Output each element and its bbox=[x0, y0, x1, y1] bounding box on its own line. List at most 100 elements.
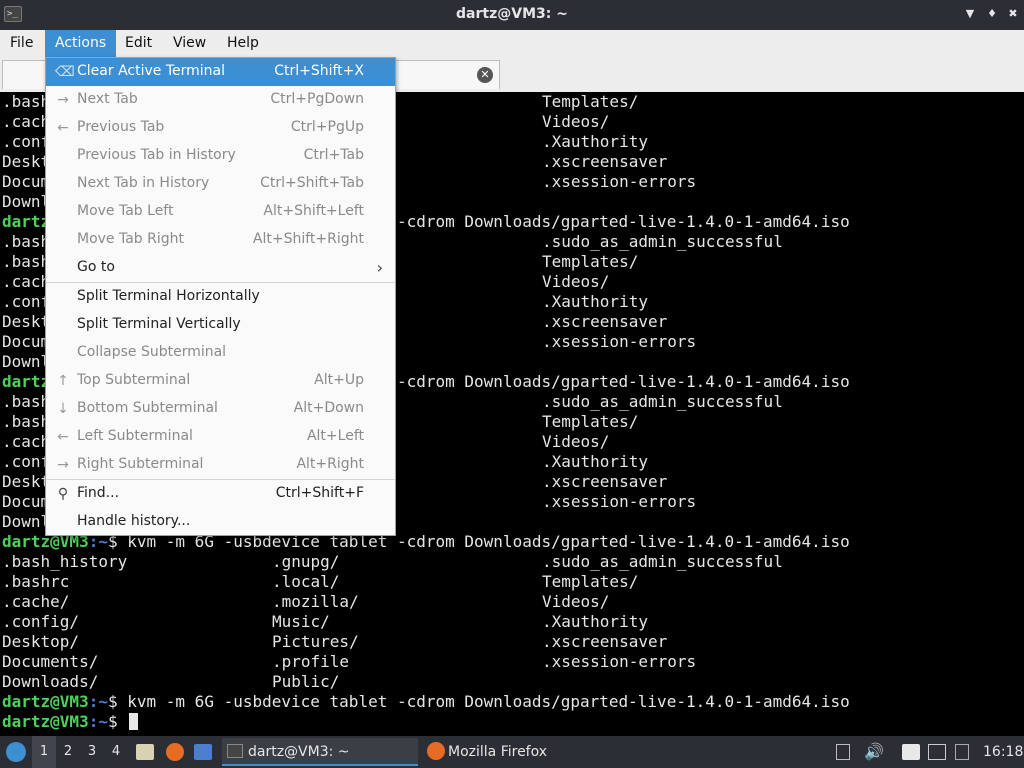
menu-item-label: Clear Active Terminal bbox=[77, 63, 225, 79]
menu-item-next-tab[interactable]: → Next Tab Ctrl+PgDown bbox=[46, 86, 395, 114]
menu-item-collapse-subterminal[interactable]: Collapse Subterminal bbox=[46, 339, 395, 367]
ls-entry: Templates/ bbox=[542, 92, 639, 111]
desktop-icon[interactable] bbox=[194, 744, 212, 760]
ls-entry: Desktop/ bbox=[2, 632, 80, 651]
menu-item-previous-tab-in-history[interactable]: Previous Tab in History Ctrl+Tab bbox=[46, 142, 395, 170]
close-icon[interactable]: ✖ bbox=[1005, 6, 1021, 22]
file-manager-icon[interactable] bbox=[136, 744, 154, 760]
menu-view[interactable]: View bbox=[163, 30, 216, 57]
menu-item-move-tab-left[interactable]: Move Tab Left Alt+Shift+Left bbox=[46, 198, 395, 226]
ls-entry: .sudo_as_admin_successful bbox=[542, 552, 783, 571]
firefox-icon bbox=[427, 742, 445, 760]
prompt-symbol: $ bbox=[107, 692, 118, 711]
ls-entry: Music/ bbox=[272, 612, 330, 631]
menu-item-next-tab-in-history[interactable]: Next Tab in History Ctrl+Shift+Tab bbox=[46, 170, 395, 198]
workspace-1[interactable]: 1 bbox=[32, 736, 56, 768]
ls-entry: .xscreensaver bbox=[542, 632, 668, 651]
menu-item-top-subterminal[interactable]: ↑ Top Subterminal Alt+Up bbox=[46, 367, 395, 395]
text-cursor bbox=[129, 713, 139, 730]
menu-item-left-subterminal[interactable]: ← Left Subterminal Alt+Left bbox=[46, 423, 395, 451]
update-icon[interactable] bbox=[955, 744, 969, 760]
menu-item-label: Left Subterminal bbox=[77, 428, 193, 444]
terminal-ls-row: .bash_history .gnupg/ .sudo_as_admin_succe… bbox=[2, 552, 1022, 572]
search-icon: ⚲ bbox=[57, 486, 69, 502]
menu-item-shortcut: Alt+Up bbox=[314, 372, 364, 388]
start-menu-icon[interactable] bbox=[6, 742, 26, 762]
workspace-3[interactable]: 3 bbox=[80, 736, 104, 768]
menu-item-split-terminal-horizontally[interactable]: Split Terminal Horizontally bbox=[46, 283, 395, 311]
menu-item-go-to[interactable]: Go to › bbox=[46, 254, 395, 282]
clipboard-icon[interactable] bbox=[902, 744, 920, 760]
terminal-ls-row: .bashrc .local/Templates/ bbox=[2, 572, 1022, 592]
arrow-down-icon: ↓ bbox=[57, 401, 69, 417]
task-terminal[interactable]: dartz@VM3: ~ bbox=[222, 738, 418, 766]
menu-item-clear-active-terminal[interactable]: ⌫ Clear Active Terminal Ctrl+Shift+X bbox=[46, 58, 395, 86]
menu-item-label: Split Terminal Horizontally bbox=[77, 288, 260, 304]
workspace-4[interactable]: 4 bbox=[104, 736, 128, 768]
terminal-ls-row: Desktop/Pictures/ .xscreensaver bbox=[2, 632, 1022, 652]
ls-entry: Pictures/ bbox=[272, 632, 359, 651]
menu-item-label: Move Tab Right bbox=[77, 231, 185, 247]
menu-item-shortcut: Ctrl+Tab bbox=[303, 147, 364, 163]
menu-file[interactable]: File bbox=[0, 30, 43, 57]
menu-item-label: Previous Tab in History bbox=[77, 147, 236, 163]
menu-item-label: Previous Tab bbox=[77, 119, 165, 135]
workspace-2[interactable]: 2 bbox=[56, 736, 80, 768]
ls-entry: Templates/ bbox=[542, 572, 639, 591]
ls-entry: Public/ bbox=[272, 672, 340, 691]
menu-item-handle-history[interactable]: Handle history... bbox=[46, 508, 395, 536]
ls-entry: .mozilla/ bbox=[272, 592, 359, 611]
maximize-icon[interactable]: ♦ bbox=[984, 6, 1000, 22]
ls-entry: .Xauthority bbox=[542, 612, 648, 631]
menu-item-label: Bottom Subterminal bbox=[77, 400, 218, 416]
ls-entry: Templates/ bbox=[542, 412, 639, 431]
menu-item-split-terminal-vertically[interactable]: Split Terminal Vertically bbox=[46, 311, 395, 339]
ls-entry: .xsession-errors bbox=[542, 652, 697, 671]
menu-item-label: Find... bbox=[77, 485, 120, 501]
menu-item-shortcut: Alt+Left bbox=[306, 428, 364, 444]
arrow-right-icon: → bbox=[57, 92, 69, 108]
ls-entry: .gnupg/ bbox=[272, 552, 340, 571]
menu-item-move-tab-right[interactable]: Move Tab Right Alt+Shift+Right bbox=[46, 226, 395, 254]
clock: 16:18 bbox=[983, 744, 1024, 760]
volume-icon[interactable]: 🔊 bbox=[864, 736, 884, 768]
menu-edit[interactable]: Edit bbox=[115, 30, 162, 57]
menu-item-label: Next Tab bbox=[77, 91, 138, 107]
ls-entry: .sudo_as_admin_successful bbox=[542, 232, 783, 251]
menu-item-label: Right Subterminal bbox=[77, 456, 204, 472]
ls-entry: .local/ bbox=[272, 572, 340, 591]
ls-entry: .xscreensaver bbox=[542, 152, 668, 171]
prompt-user: dartz@VM3 bbox=[2, 712, 89, 731]
ls-entry: .Xauthority bbox=[542, 132, 648, 151]
window-titlebar: >_ dartz@VM3: ~ ▼ ♦ ✖ bbox=[0, 0, 1024, 31]
terminal-icon bbox=[227, 744, 243, 758]
ls-entry: Videos/ bbox=[542, 592, 610, 611]
menu-item-find[interactable]: ⚲ Find... Ctrl+Shift+F bbox=[46, 480, 395, 508]
ls-entry: .Xauthority bbox=[542, 292, 648, 311]
network-icon[interactable] bbox=[928, 744, 946, 760]
menu-item-right-subterminal[interactable]: → Right Subterminal Alt+Right bbox=[46, 451, 395, 479]
arrow-left-icon: ← bbox=[57, 429, 69, 445]
menu-item-shortcut: Ctrl+PgUp bbox=[290, 119, 364, 135]
menu-item-label: Next Tab in History bbox=[77, 175, 210, 191]
ls-entry: .xsession-errors bbox=[542, 332, 697, 351]
menu-actions[interactable]: Actions bbox=[45, 30, 117, 57]
ls-entry: Documents/ bbox=[2, 652, 99, 671]
terminal-ls-row: Documents/ .profile .xsession-errors bbox=[2, 652, 1022, 672]
ls-entry: Downloads/ bbox=[2, 672, 99, 691]
terminal-prompt-row: dartz@VM3:~$ bbox=[2, 712, 1022, 732]
firefox-launcher-icon[interactable] bbox=[166, 743, 184, 761]
tray-notes-icon[interactable] bbox=[836, 744, 850, 760]
menu-item-label: Move Tab Left bbox=[77, 203, 174, 219]
menu-help[interactable]: Help bbox=[217, 30, 269, 57]
tab-close-icon[interactable]: ✕ bbox=[477, 67, 493, 83]
ls-entry: .xsession-errors bbox=[542, 172, 697, 191]
ls-entry: .bashrc bbox=[2, 572, 70, 591]
ls-entry: .xsession-errors bbox=[542, 492, 697, 511]
minimize-icon[interactable]: ▼ bbox=[962, 6, 978, 22]
terminal-ls-row: .cache/ .mozilla/Videos/ bbox=[2, 592, 1022, 612]
menu-item-bottom-subterminal[interactable]: ↓ Bottom Subterminal Alt+Down bbox=[46, 395, 395, 423]
task-firefox[interactable]: Mozilla Firefox bbox=[422, 738, 618, 766]
menu-item-previous-tab[interactable]: ← Previous Tab Ctrl+PgUp bbox=[46, 114, 395, 142]
taskbar: 1 2 3 4 dartz@VM3: ~ Mozilla Firefox 🔊 1… bbox=[0, 736, 1024, 768]
